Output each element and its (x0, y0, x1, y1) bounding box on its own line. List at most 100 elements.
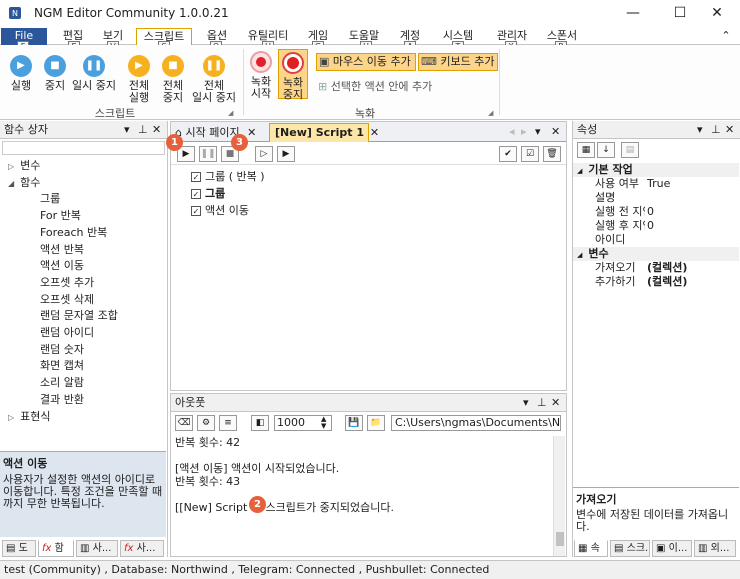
delete-icon[interactable]: 🗑 (543, 146, 561, 162)
properties-pin-icon[interactable]: ⊥ (711, 121, 721, 138)
action-row[interactable]: ✓ 그룹 (191, 185, 225, 201)
list-icon[interactable]: ≡ (219, 415, 237, 431)
close-icon[interactable]: ✕ (152, 121, 161, 138)
tree-item[interactable]: Foreach 반복 (40, 224, 107, 240)
categorized-icon[interactable]: ▦ (577, 142, 595, 158)
record-stop-button[interactable]: 녹화 중지 (278, 49, 308, 101)
tab-toolbox[interactable]: ▤ 도 (2, 540, 36, 557)
properties-dropdown-icon[interactable]: ▾ (697, 121, 703, 138)
expand-icon[interactable]: ▷ (8, 162, 14, 171)
minimize-button[interactable]: — (610, 0, 656, 26)
tree-item[interactable]: 그룹 (40, 190, 60, 206)
run-all-button[interactable]: ▶ 전체 실행 (124, 55, 154, 104)
output-dropdown-icon[interactable]: ▾ (523, 394, 529, 411)
properties-close-icon[interactable]: ✕ (725, 121, 734, 138)
pause-all-button[interactable]: ❚❚ 전체 일시 중지 (190, 55, 238, 104)
tree-item[interactable]: ◢ 함수 (8, 174, 40, 190)
folder-icon[interactable]: 📁 (367, 415, 385, 431)
property-row[interactable]: 실행 후 지연 0 (573, 219, 739, 233)
broom-icon[interactable]: ⌫ (175, 415, 193, 431)
editor-close-icon[interactable]: ✕ (551, 125, 560, 138)
group-launcher-icon[interactable]: ◢ (228, 109, 233, 117)
property-row[interactable]: 사용 여부 True (573, 177, 739, 191)
property-category[interactable]: ◢ 변수 (573, 247, 739, 261)
tree-item[interactable]: ▷ 변수 (8, 157, 40, 173)
tab-scroll-left-icon[interactable]: ◂ (509, 125, 515, 138)
property-row[interactable]: 아이디 (573, 233, 739, 247)
action-checkbox[interactable]: ✓ (191, 172, 201, 182)
property-value[interactable]: 0 (645, 205, 654, 219)
tab-image[interactable]: ▣ 이... (652, 540, 692, 557)
collapse-icon[interactable]: ◢ (577, 167, 582, 175)
add-into-selected-action-button[interactable]: ⊞ 선택한 액션 안에 추가 (318, 79, 432, 97)
tab-close-icon-2[interactable]: ✕ (370, 126, 379, 139)
property-category[interactable]: ◢ 기본 작업 (573, 163, 739, 177)
log-path-input[interactable]: C:\Users\ngmas\Documents\NGM5\ (391, 415, 561, 431)
pause-button[interactable]: ❚❚ 일시 중지 (70, 55, 118, 92)
tab-new-script-1[interactable]: [New] Script 1 ✕ (269, 123, 379, 142)
spin-icon[interactable]: ▲ ▼ (321, 416, 326, 430)
property-row[interactable]: 가져오기 (컬렉션) (573, 261, 739, 275)
output-scrollbar[interactable] (553, 436, 565, 556)
ribbon-collapse-icon[interactable]: ⌃ (718, 28, 734, 45)
filter-icon[interactable]: ⚙ (197, 415, 215, 431)
tree-item[interactable]: 결과 반환 (40, 391, 84, 407)
tree-item[interactable]: 랜덤 아이디 (40, 324, 94, 340)
stop-all-button[interactable]: ■ 전체 중지 (158, 55, 188, 104)
property-value[interactable]: (컬렉션) (645, 261, 688, 275)
eraser-icon[interactable]: ◧ (251, 415, 269, 431)
dropdown-icon[interactable]: ▾ (124, 121, 130, 138)
property-value[interactable]: (컬렉션) (645, 275, 688, 289)
property-value[interactable]: True (645, 177, 671, 191)
save-icon[interactable]: 💾 (345, 415, 363, 431)
tree-item[interactable]: 오프셋 추가 (40, 274, 94, 290)
tab-function[interactable]: fx 함 (38, 540, 74, 557)
expand-icon[interactable]: ▷ (8, 413, 14, 422)
stop-button[interactable]: ■ 중지 (40, 55, 70, 92)
tab-user-function[interactable]: fx 사... (120, 540, 164, 557)
tree-item[interactable]: 화면 캡쳐 (40, 357, 84, 373)
close-button[interactable]: ✕ (694, 0, 740, 26)
action-row[interactable]: ✓ 액션 이동 (191, 202, 249, 218)
tree-item[interactable]: ▷ 표현식 (8, 408, 51, 424)
editor-run-selected-icon[interactable]: ▶ (277, 146, 295, 162)
run-button[interactable]: ▶ 실행 (6, 55, 36, 92)
tab-properties[interactable]: ▦ 속 (574, 540, 608, 557)
property-value[interactable]: 0 (645, 219, 654, 233)
output-close-icon[interactable]: ✕ (551, 394, 560, 411)
tab-external[interactable]: ▥ 외... (694, 540, 736, 557)
add-mouse-move-button[interactable]: ▣ 마우스 이동 추가 (316, 53, 416, 71)
tree-item[interactable]: 액션 반복 (40, 241, 84, 257)
alphabetical-icon[interactable]: ↓ (597, 142, 615, 158)
editor-step-icon[interactable]: ▷ (255, 146, 273, 162)
tree-item[interactable]: 액션 이동 (40, 257, 84, 273)
check-all-icon[interactable]: ✔ (499, 146, 517, 162)
output-pin-icon[interactable]: ⊥ (537, 394, 547, 411)
tab-script[interactable]: ▤ 스크... (610, 540, 650, 557)
line-count-input[interactable]: 1000 ▲ ▼ (274, 415, 332, 431)
tab-scroll-right-icon[interactable]: ▸ (521, 125, 527, 138)
scroll-thumb[interactable] (556, 532, 564, 546)
expanded-icon[interactable]: ◢ (8, 179, 14, 188)
tab-start-page[interactable]: ⌂ 시작 페이지 ✕ (175, 124, 267, 142)
tab-user[interactable]: ▥ 사... (76, 540, 118, 557)
group-launcher-icon-2[interactable]: ◢ (488, 109, 493, 117)
tree-item[interactable]: For 반복 (40, 207, 81, 223)
pin-icon[interactable]: ⊥ (138, 121, 148, 138)
tree-item[interactable]: 랜덤 숫자 (40, 341, 84, 357)
property-row[interactable]: 설명 (573, 191, 739, 205)
tab-close-icon[interactable]: ✕ (247, 126, 256, 139)
tree-item[interactable]: 오프셋 삭제 (40, 291, 94, 307)
action-checkbox[interactable]: ✓ (191, 189, 201, 199)
function-search-input[interactable] (2, 141, 165, 155)
add-keyboard-button[interactable]: ⌨ 키보드 추가 (418, 53, 498, 71)
uncheck-all-icon[interactable]: ☑ (521, 146, 539, 162)
property-row[interactable]: 실행 전 지연 0 (573, 205, 739, 219)
editor-pause-icon[interactable]: ❚❚ (199, 146, 217, 162)
property-row[interactable]: 추가하기 (컬렉션) (573, 275, 739, 289)
action-checkbox[interactable]: ✓ (191, 206, 201, 216)
collapse-icon[interactable]: ◢ (577, 251, 582, 259)
record-start-button[interactable]: 녹화 시작 (246, 51, 276, 100)
tree-item[interactable]: 소리 알람 (40, 374, 84, 390)
action-row[interactable]: ✓ 그룹 ( 반복 ) (191, 168, 265, 184)
